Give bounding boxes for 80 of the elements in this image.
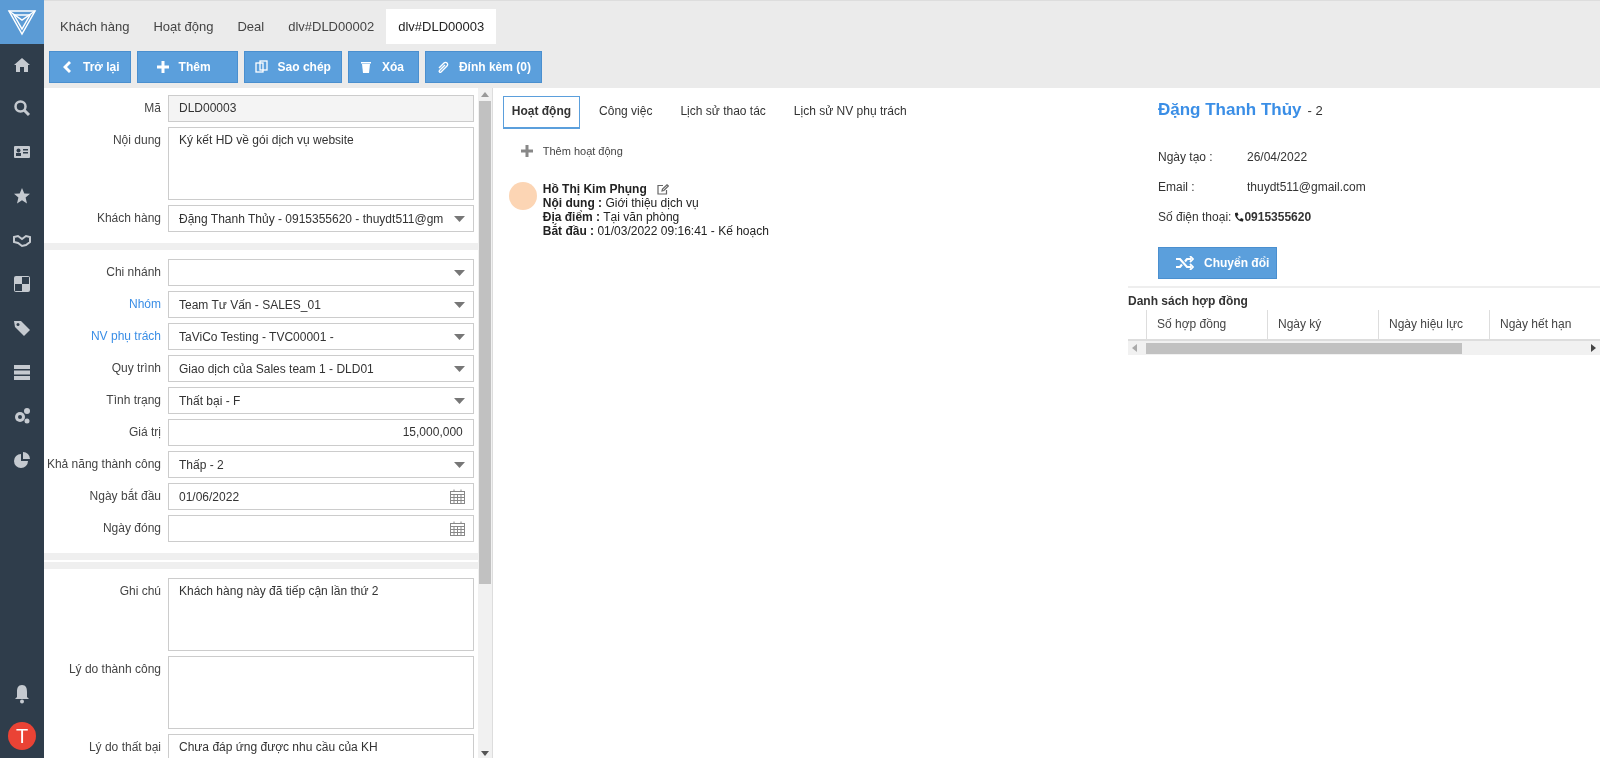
caret-icon [453,365,465,372]
column-header[interactable]: Số hợp đồng [1146,310,1267,339]
scrollbar[interactable] [1128,341,1600,355]
field-label: Lý do thất bại [87,739,162,754]
user-avatar[interactable]: T [8,722,36,750]
column-header[interactable]: Ngày ký [1267,310,1378,339]
field-label: Chi nhánh [105,264,162,279]
add-activity-link[interactable]: Thêm hoạt động [520,145,623,157]
field-label: Mã [143,100,162,115]
caret-icon [453,461,465,468]
page-tab[interactable]: dlv#DLD00003 [386,9,497,44]
info-label: Số điện thoại: [1158,210,1232,224]
panel-tab[interactable]: Lịch sử NV phụ trách [784,96,916,129]
textarea-field[interactable]: Ký kết HD về gói dịch vụ website [168,127,474,200]
field-label: Nhóm [128,296,162,311]
textarea-field[interactable] [168,656,474,729]
calendar-icon [449,489,465,504]
plus-icon [520,145,533,157]
field-label: Tình trạng [105,392,162,407]
select-field[interactable] [168,259,474,286]
page-tab[interactable]: Deal [225,9,277,44]
panel-tab[interactable]: Hoạt động [502,96,581,129]
select-field[interactable]: Thấp - 2 [168,451,474,478]
scroll-right-icon[interactable] [1591,344,1596,352]
field-label: Quy trình [110,360,162,375]
activity-detail: Nội dung : Giới thiệu dịch vụ [542,196,700,210]
panel-tab[interactable]: Lịch sử thao tác [671,96,775,129]
caret-icon [453,397,465,404]
caret-icon [453,301,465,308]
scrollbar[interactable] [477,88,492,758]
phone-number: 0915355620 [1244,210,1312,224]
customer-name: Đặng Thanh Thủy [1158,100,1302,120]
column-header[interactable]: Ngày hiệu lực [1378,310,1489,339]
phone-icon [1234,211,1245,223]
select-field[interactable]: Giao dịch của Sales team 1 - DLD01 [168,355,474,382]
field-label: Ngày bắt đầu [88,487,162,503]
activity-author: Hồ Thị Kim Phụng [542,182,647,196]
shuffle-icon [1176,256,1194,270]
info-label: Ngày tạo : [1158,150,1214,164]
select-field[interactable]: Team Tư Vấn - SALES_01 [168,291,474,318]
page-tab[interactable]: Hoạt động [141,9,226,44]
select-field[interactable]: TaViCo Testing - TVC00001 - [168,323,474,350]
logo-icon[interactable] [0,0,44,44]
field-label: Ngày đóng [101,520,162,535]
date-field[interactable]: 01/06/2022 [168,483,474,510]
info-label: Email : [1158,180,1196,194]
textarea-field[interactable]: Chưa đáp ứng được nhu cầu của KH [168,734,474,758]
calendar-icon [449,521,465,536]
caret-icon [453,215,465,222]
activity-detail: Bắt đầu : 01/03/2022 09:16:41 - Kế hoạch [542,224,769,238]
scroll-down-icon[interactable] [480,751,489,756]
field-label: Khả năng thành công [45,456,162,471]
field-label: Nội dung [111,132,162,147]
textarea-field[interactable]: Khách hàng này đã tiếp cận lần thứ 2 [168,578,474,651]
panel-tab[interactable]: Công việc [590,96,662,129]
add-icon [155,60,170,74]
edit-icon[interactable] [656,183,669,195]
contracts-title: Danh sách hợp đồng [1128,286,1600,308]
info-value: thuydt511@gmail.com [1247,180,1366,194]
number-field[interactable]: 15,000,000 [168,419,474,446]
field-label: Lý do thành công [67,661,162,676]
page-tab[interactable]: dlv#DLD00002 [276,9,387,44]
caret-icon [453,269,465,276]
copy-icon [254,60,269,74]
customer-count: - 2 [1307,103,1323,118]
caret-icon [453,333,465,340]
activity-detail: Địa điểm : Tại văn phòng [542,210,681,224]
code-field[interactable]: DLD00003 [168,95,474,122]
date-field[interactable] [168,515,474,542]
field-label: NV phụ trách [89,328,162,343]
column-header[interactable]: Ngày hết hạn [1489,310,1600,339]
field-label: Giá trị [128,424,162,439]
field-label: Khách hàng [95,210,162,225]
info-value: 26/04/2022 [1247,150,1308,164]
delete-icon [358,60,373,74]
avatar-circle [508,182,537,210]
page-tab[interactable]: Khách hàng [48,9,142,44]
field-label: Ghi chú [118,583,162,598]
select-field[interactable]: Đặng Thanh Thủy - 0915355620 - thuydt511@gm [168,205,474,232]
select-field[interactable]: Thất bại - F [168,387,474,414]
